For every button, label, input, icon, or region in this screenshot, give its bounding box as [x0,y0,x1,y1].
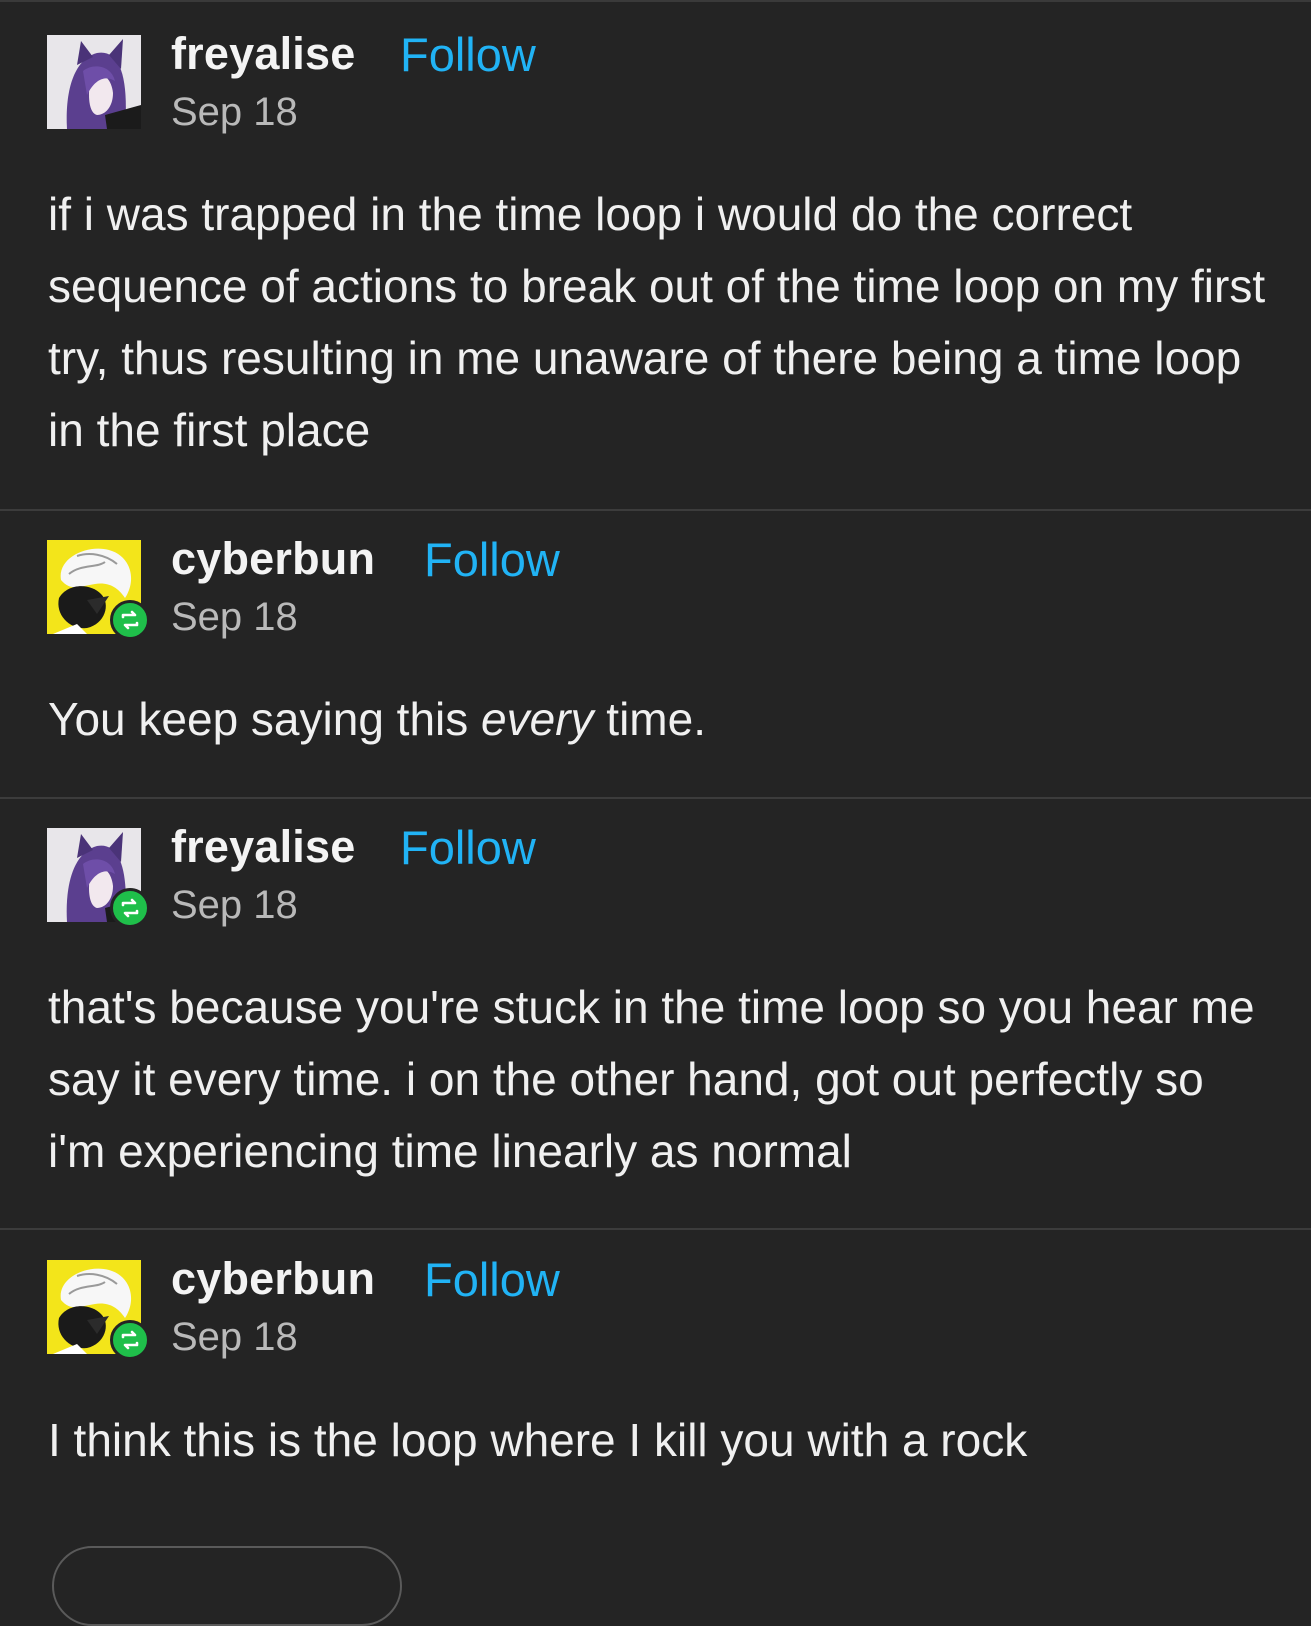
post-body-text: if i was trapped in the time loop i woul… [48,188,1266,456]
thread-post: freyalise Follow Sep 18 that's because y… [0,799,1311,1230]
post-body-text: that's because you're stuck in the time … [48,981,1255,1177]
username[interactable]: cyberbun [171,1253,375,1305]
thread-post: cyberbun Follow Sep 18 You keep saying t… [0,511,1311,799]
follow-button[interactable]: Follow [400,27,536,82]
follow-button[interactable]: Follow [424,532,560,587]
reblog-badge-icon [110,1320,150,1360]
username[interactable]: freyalise [171,28,355,80]
post-text-end: time. [593,693,706,745]
reblog-badge-icon [110,600,150,640]
follow-button[interactable]: Follow [424,1252,560,1307]
username[interactable]: cyberbun [171,533,375,585]
reblog-badge-icon [110,888,150,928]
thread-post: freyalise Follow Sep 18 if i was trapped… [0,0,1311,511]
tag-pill-button[interactable] [52,1546,402,1626]
thread-post: cyberbun Follow Sep 18 I think this is t… [0,1230,1311,1540]
avatar[interactable] [47,35,141,129]
post-text-emphasis: every [481,693,594,745]
post-date[interactable]: Sep 18 [171,1315,298,1360]
post-text-start: You keep saying this [48,693,482,745]
follow-button[interactable]: Follow [400,820,536,875]
post-date[interactable]: Sep 18 [171,595,298,640]
post-date[interactable]: Sep 18 [171,883,298,928]
post-body-text: You keep saying this every time. [48,683,1268,755]
username[interactable]: freyalise [171,821,355,873]
post-body-text: I think this is the loop where I kill yo… [48,1414,1028,1466]
post-date[interactable]: Sep 18 [171,90,298,135]
